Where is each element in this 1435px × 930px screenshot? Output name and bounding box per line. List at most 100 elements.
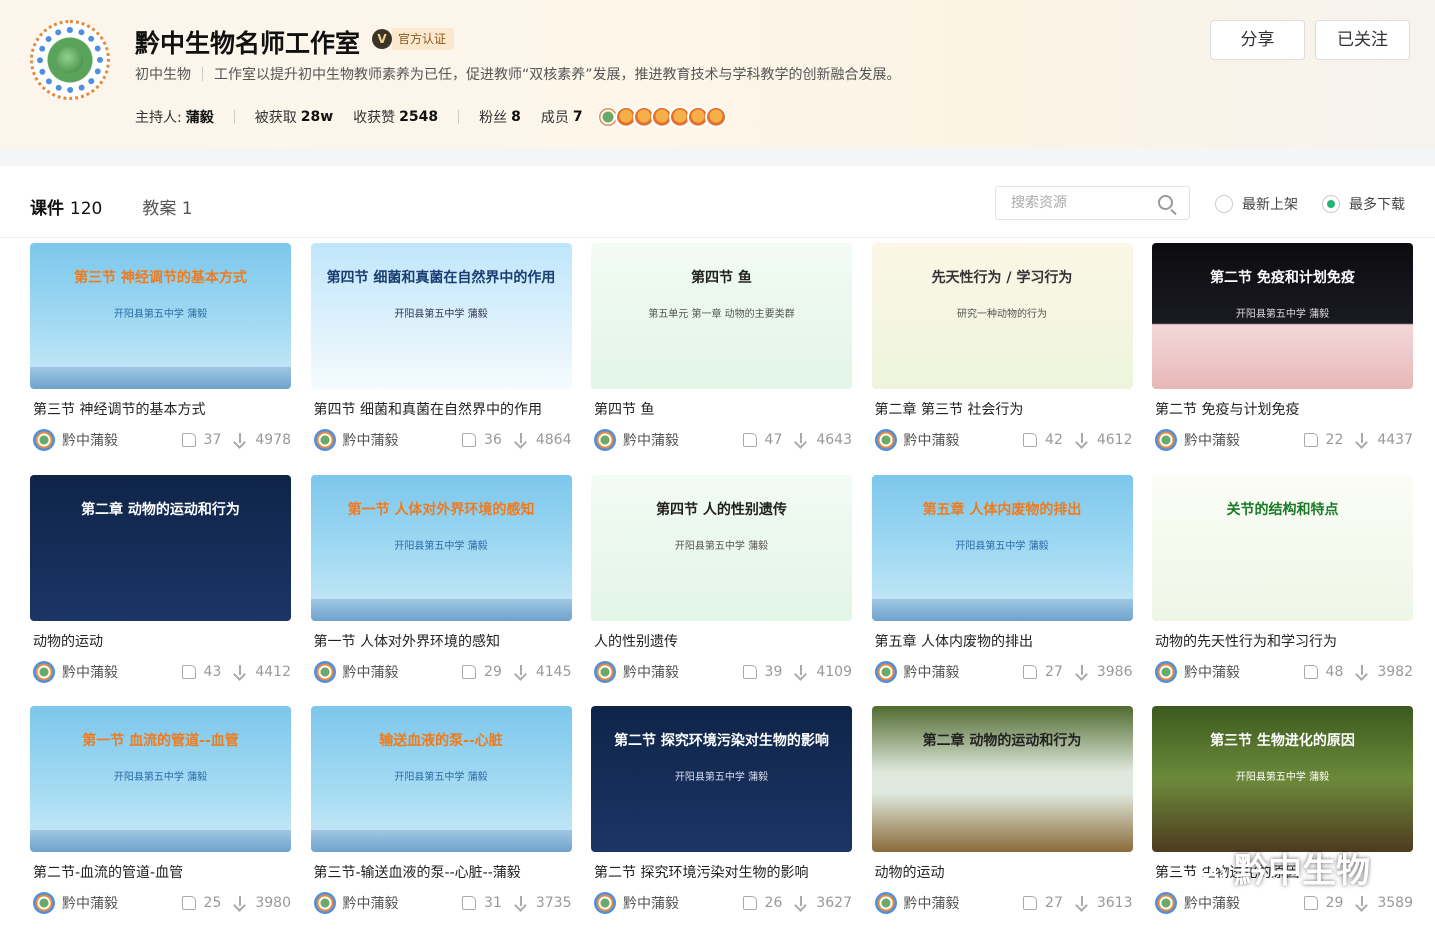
thumbs-up-icon[interactable] [1303,664,1318,679]
thumbs-up-icon[interactable] [1303,433,1318,447]
card-thumbnail[interactable]: 第三节 神经调节的基本方式 开阳县第五中学 蒲毅 [30,243,291,389]
card-title[interactable]: 第三节-输送血液的泵--心脏--蒲毅 [314,862,521,882]
download-icon[interactable] [514,433,528,447]
card-title[interactable]: 动物的先天性行为和学习行为 [1155,631,1337,651]
author-name[interactable]: 黔中蒲毅 [623,662,743,682]
thumbs-up-icon[interactable] [1023,896,1038,910]
card-thumbnail[interactable]: 第二节 探究环境污染对生物的影响 开阳县第五中学 蒲毅 [591,706,852,852]
author-avatar[interactable] [594,892,616,914]
author-name[interactable]: 黔中蒲毅 [623,430,743,450]
author-name[interactable]: 黔中蒲毅 [343,662,463,682]
author-name[interactable]: 黔中蒲毅 [343,430,463,450]
thumbs-up-icon[interactable] [742,433,757,447]
author-avatar[interactable] [1155,892,1177,914]
card-title[interactable]: 第四节 细菌和真菌在自然界中的作用 [314,399,542,419]
author-avatar[interactable] [1155,429,1177,451]
author-name[interactable]: 黔中蒲毅 [62,430,182,450]
card-thumbnail[interactable]: 第三节 生物进化的原因 开阳县第五中学 蒲毅 [1152,706,1413,852]
thumbs-up-icon[interactable] [181,896,196,910]
download-icon[interactable] [794,896,808,910]
resource-card[interactable]: 第二节 免疫和计划免疫 开阳县第五中学 蒲毅 第二节 免疫与计划免疫 黔中蒲毅 22 44… [1152,243,1413,463]
card-thumbnail[interactable]: 第四节 鱼第五单元 第一章 动物的主要类群 [591,243,852,389]
card-thumbnail[interactable]: 第四节 人的性别遗传 开阳县第五中学 蒲毅 [591,474,852,621]
author-avatar[interactable] [594,429,616,451]
thumbs-up-icon[interactable] [462,896,477,910]
download-icon[interactable] [233,896,247,910]
sort-most-downloads[interactable]: 最多下载 [1322,194,1405,214]
resource-card[interactable]: 第二节 探究环境污染对生物的影响 开阳县第五中学 蒲毅第二节 探究环境污染对生物的… [591,706,852,926]
resource-card[interactable]: 第四节 细菌和真菌在自然界中的作用 开阳县第五中学 蒲毅第四节 细菌和真菌在自然界… [310,243,572,463]
download-icon[interactable] [1355,896,1369,910]
resource-card[interactable]: 第二章 动物的运动和行为 动物的运动 黔中蒲毅 27 3613 [871,706,1133,926]
card-thumbnail[interactable]: 关节的结构和特点 [1152,474,1413,621]
share-button[interactable]: 分享 [1210,20,1305,60]
download-icon[interactable] [1355,433,1369,447]
author-name[interactable]: 黔中蒲毅 [1184,430,1304,450]
author-avatar[interactable] [313,429,336,451]
author-avatar[interactable] [1155,660,1177,683]
card-thumbnail[interactable]: 第四节 细菌和真菌在自然界中的作用 开阳县第五中学 蒲毅 [310,243,572,389]
card-title[interactable]: 第四节 鱼 [594,399,654,419]
resource-card[interactable]: 第三节 神经调节的基本方式 开阳县第五中学 蒲毅 第三节 神经调节的基本方式 黔中蒲毅… [30,243,291,463]
resource-card[interactable]: 第二章 动物的运动和行为 动物的运动 黔中蒲毅 43 4412 [30,474,291,695]
member-avatars[interactable] [596,106,727,128]
download-icon[interactable] [233,664,247,679]
download-icon[interactable] [1075,433,1089,447]
author-avatar[interactable] [874,429,897,451]
thumbs-up-icon[interactable] [742,896,757,910]
download-icon[interactable] [1355,664,1369,679]
author-name[interactable]: 黔中蒲毅 [1184,893,1304,913]
author-name[interactable]: 黔中蒲毅 [904,893,1024,913]
card-thumbnail[interactable]: 输送血液的泵--心脏 开阳县第五中学 蒲毅 [310,706,572,852]
resource-card[interactable]: 第五章 人体内废物的排出 开阳县第五中学 蒲毅 第五章 人体内废物的排出 黔中蒲毅 27… [871,474,1133,695]
author-avatar[interactable] [313,892,336,914]
thumbs-up-icon[interactable] [181,433,196,447]
download-icon[interactable] [794,433,808,447]
avatar[interactable] [704,106,727,128]
card-title[interactable]: 动物的运动 [33,631,103,651]
resource-card[interactable]: 第三节 生物进化的原因 开阳县第五中学 蒲毅 第三节 生物进化的原因 黔中蒲毅 29 35… [1152,706,1413,926]
download-icon[interactable] [1075,664,1089,679]
author-avatar[interactable] [33,429,55,451]
download-icon[interactable] [1075,896,1089,910]
thumbs-up-icon[interactable] [181,664,196,679]
card-title[interactable]: 第二节 免疫与计划免疫 [1155,399,1299,419]
card-title[interactable]: 第二节 探究环境污染对生物的影响 [594,862,808,882]
thumbs-up-icon[interactable] [462,664,477,679]
author-avatar[interactable] [874,660,897,683]
card-thumbnail[interactable]: 第五章 人体内废物的排出 开阳县第五中学 蒲毅 [871,474,1133,621]
card-thumbnail[interactable]: 先天性行为 / 学习行为 研究一种动物的行为 [871,243,1133,389]
thumbs-up-icon[interactable] [1023,664,1038,679]
author-name[interactable]: 黔中蒲毅 [904,662,1024,682]
author-avatar[interactable] [313,660,336,683]
card-title[interactable]: 第二节-血流的管道-血管 [33,862,183,882]
resource-card[interactable]: 第一节 血流的管道--血管 开阳县第五中学 蒲毅 第二节-血流的管道-血管 黔中蒲毅 2… [30,706,291,926]
search-icon[interactable] [1158,195,1173,210]
download-icon[interactable] [794,664,808,679]
follow-button[interactable]: 已关注 [1315,20,1410,60]
resource-card[interactable]: 关节的结构和特点 动物的先天性行为和学习行为 黔中蒲毅 48 3982 [1152,474,1413,695]
card-thumbnail[interactable]: 第二节 免疫和计划免疫 开阳县第五中学 蒲毅 [1152,243,1413,389]
author-name[interactable]: 黔中蒲毅 [62,662,182,682]
card-thumbnail[interactable]: 第二章 动物的运动和行为 [30,474,291,621]
download-icon[interactable] [233,433,247,447]
resource-card[interactable]: 第四节 鱼第五单元 第一章 动物的主要类群 第四节 鱼黔中蒲毅 47 4643 [591,243,852,463]
author-avatar[interactable] [33,660,55,683]
card-thumbnail[interactable]: 第一节 人体对外界环境的感知 开阳县第五中学 蒲毅 [310,474,572,621]
resource-card[interactable]: 先天性行为 / 学习行为 研究一种动物的行为 第二章 第三节 社会行为 黔中蒲毅 42 4… [871,243,1133,463]
tab-lesson-plan[interactable]: 教案 1 [142,194,192,219]
author-name[interactable]: 黔中蒲毅 [904,430,1024,450]
author-avatar[interactable] [33,892,55,914]
card-title[interactable]: 人的性别遗传 [594,631,678,651]
thumbs-up-icon[interactable] [1303,896,1318,910]
download-icon[interactable] [514,896,528,910]
card-thumbnail[interactable]: 第二章 动物的运动和行为 [871,706,1133,852]
resource-card[interactable]: 第四节 人的性别遗传 开阳县第五中学 蒲毅 人的性别遗传 黔中蒲毅 39 4109 [591,474,852,695]
thumbs-up-icon[interactable] [1023,433,1038,447]
author-name[interactable]: 黔中蒲毅 [1184,662,1304,682]
tab-courseware[interactable]: 课件 120 [30,194,102,219]
author-avatar[interactable] [594,660,616,683]
thumbs-up-icon[interactable] [462,433,477,447]
card-title[interactable]: 动物的运动 [875,862,945,882]
author-name[interactable]: 黔中蒲毅 [343,893,463,913]
